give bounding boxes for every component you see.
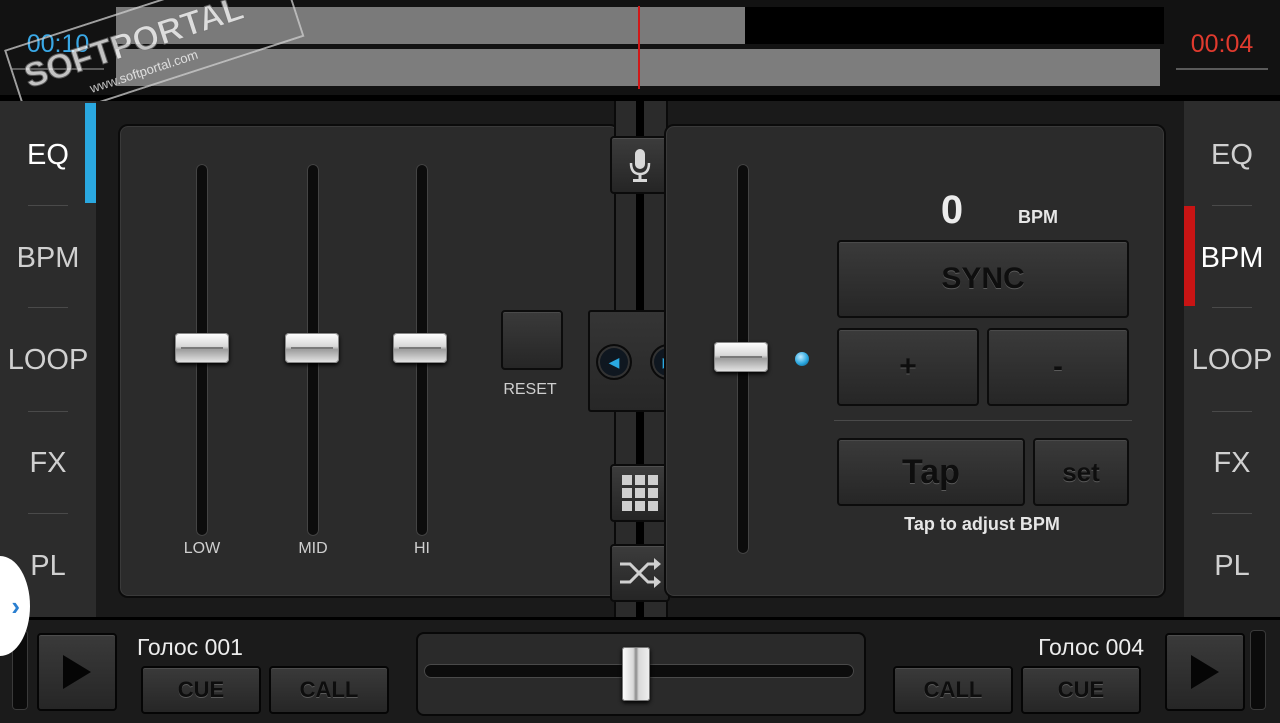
bpm-plus-button[interactable]: + — [837, 328, 979, 406]
playhead-marker — [638, 6, 640, 89]
deck-nav-left-button[interactable]: ◀ — [596, 344, 632, 380]
deck-a-menu: EQ BPM LOOP FX PL — [0, 101, 96, 617]
deck-a-menu-loop[interactable]: LOOP — [0, 309, 96, 412]
menu-separator — [1212, 307, 1252, 308]
eq-reset-label: RESET — [503, 381, 557, 398]
bpm-minus-button[interactable]: - — [987, 328, 1129, 406]
eq-mid-knob[interactable] — [285, 333, 339, 363]
crossfader-knob[interactable] — [622, 647, 650, 701]
deck-b-time: 00:04 — [1190, 30, 1254, 58]
deck-b-menu-fx[interactable]: FX — [1184, 412, 1280, 515]
deck-a-cue-button[interactable]: CUE — [141, 666, 261, 714]
chevron-right-icon: › — [11, 590, 20, 621]
deck-b-menu-pl[interactable]: PL — [1184, 515, 1280, 618]
deck-b-menu-eq[interactable]: EQ — [1184, 104, 1280, 207]
deck-b-edge-slot — [1250, 630, 1266, 710]
menu-separator — [1212, 513, 1252, 514]
deck-a-play-button[interactable] — [37, 633, 117, 711]
eq-hi-label: HI — [414, 540, 430, 557]
grid-button[interactable] — [610, 464, 670, 522]
deck-b-menu-loop[interactable]: LOOP — [1184, 309, 1280, 412]
bpm-divider — [834, 420, 1132, 421]
deck-b-call-button[interactable]: CALL — [893, 666, 1013, 714]
microphone-button[interactable] — [610, 136, 670, 194]
deck-b-play-button[interactable] — [1165, 633, 1245, 711]
menu-separator — [28, 513, 68, 514]
deck-a-menu-fx[interactable]: FX — [0, 412, 96, 515]
shuffle-button[interactable] — [610, 544, 670, 602]
deck-b-time-underline — [1176, 68, 1268, 70]
eq-mid-label: MID — [298, 540, 328, 557]
bpm-value: 0 — [940, 188, 964, 232]
deck-a-track-title: Голос 001 — [137, 634, 243, 660]
grid-icon — [622, 475, 658, 511]
menu-separator — [1212, 205, 1252, 206]
eq-low-knob[interactable] — [175, 333, 229, 363]
deck-a-menu-bpm[interactable]: BPM — [0, 207, 96, 310]
deck-a-call-button[interactable]: CALL — [269, 666, 389, 714]
eq-hi-knob[interactable] — [393, 333, 447, 363]
pitch-knob[interactable] — [714, 342, 768, 372]
tap-hint: Tap to adjust BPM — [904, 514, 1060, 534]
menu-separator — [28, 307, 68, 308]
menu-separator — [28, 205, 68, 206]
shuffle-icon — [620, 558, 661, 588]
deck-a-active-indicator — [85, 103, 96, 203]
play-icon — [1191, 655, 1219, 689]
pitch-led-icon — [795, 352, 809, 366]
arrow-left-icon: ◀ — [608, 353, 620, 370]
tap-button[interactable]: Tap — [837, 438, 1025, 506]
set-button[interactable]: set — [1033, 438, 1129, 506]
deck-b-menu: EQ BPM LOOP FX PL — [1184, 101, 1280, 617]
bpm-unit: BPM — [1018, 207, 1058, 227]
eq-reset-button[interactable] — [501, 310, 563, 370]
eq-low-label: LOW — [183, 540, 221, 557]
deck-b-active-indicator — [1184, 206, 1195, 306]
deck-b-menu-bpm[interactable]: BPM — [1184, 207, 1280, 310]
deck-a-menu-eq[interactable]: EQ — [0, 104, 96, 207]
play-icon — [63, 655, 91, 689]
deck-b-cue-button[interactable]: CUE — [1021, 666, 1141, 714]
microphone-icon — [629, 149, 651, 182]
deck-b-track-title: Голос 004 — [1038, 634, 1144, 660]
sync-button[interactable]: SYNC — [837, 240, 1129, 318]
